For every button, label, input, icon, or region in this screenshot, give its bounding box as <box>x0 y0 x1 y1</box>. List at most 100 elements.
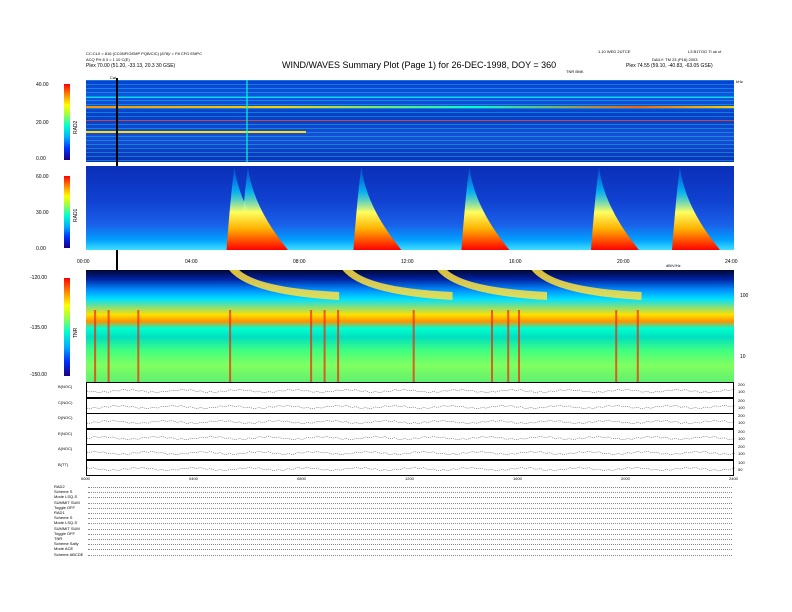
header-right-1: 1.10 WED 2UTCE <box>598 49 631 54</box>
line-panel-trace <box>86 419 736 425</box>
header-right-1b: L3 B1TOO TI uk ct <box>688 49 722 54</box>
line-panel-label: E(NOC) <box>58 430 73 436</box>
time-axis-bottom-label: 2400 <box>729 476 738 481</box>
info-dotted-row <box>88 518 732 520</box>
rad1-tick-mid: 30.00 <box>36 210 49 216</box>
tnr-spike <box>323 310 326 382</box>
rad2-tick-top: 40.00 <box>36 82 49 88</box>
line-panel-right-tick: 200 <box>738 413 745 418</box>
rad1-colorbar <box>64 176 70 248</box>
time-axis-bottom-label: 0800 <box>297 476 306 481</box>
line-panel-label: B(NOC) <box>58 384 73 389</box>
tnr-spike <box>229 310 232 382</box>
line-panel-right-tick: 100 <box>738 404 745 410</box>
rad2-label: RAD2 <box>73 120 79 134</box>
info-line: Scheme ABCDE <box>54 551 84 557</box>
info-dotted-row <box>88 513 732 514</box>
tnr-bnk-label: TNR BNK <box>566 69 584 74</box>
tnr-spike <box>94 310 97 382</box>
time-axis-bottom-label: 2000 <box>621 476 630 481</box>
info-dotted-row <box>88 487 732 488</box>
info-dotted-row <box>88 544 732 546</box>
line-panel-trace <box>86 404 736 409</box>
tnr-tick-top: -120.00 <box>30 275 47 281</box>
tnr-right-tick-100: 100 <box>740 293 749 299</box>
tnr-spike <box>412 310 415 382</box>
info-dotted-row <box>88 523 732 525</box>
tnr-spectrogram <box>86 270 734 382</box>
tnr-burst <box>531 270 642 300</box>
info-dotted-row <box>88 549 732 551</box>
time-axis-label: 24:00 <box>725 259 738 265</box>
rad1-label: RAD1 <box>73 208 79 222</box>
rad2-tick-bottom: 0.00 <box>36 156 46 162</box>
line-panel <box>86 428 736 445</box>
tnr-spike <box>491 310 493 382</box>
line-panel-right-tick: 100 <box>738 451 745 456</box>
rad1-burst <box>591 166 639 250</box>
tnr-spike <box>518 310 520 382</box>
line-panel-right-tick: 200 <box>738 397 745 403</box>
info-dotted-row <box>88 492 732 494</box>
line-panel-right-tick: 50 <box>738 466 743 472</box>
tnr-burst <box>437 270 547 300</box>
tnr-tick-bottom: -150.00 <box>30 372 47 378</box>
time-axis-bottom-label: 1200 <box>405 476 414 481</box>
rad2-tick-mid: 20.00 <box>36 120 49 126</box>
line-panel <box>86 459 736 476</box>
tnr-tick-mid: -135.00 <box>30 325 47 331</box>
header-right-3: Plex 74.55 (59.10, -40.83, -63.05 GSE) <box>626 63 713 69</box>
rad1-spectrogram <box>86 166 734 250</box>
time-axis-label: 16:00 <box>509 259 522 265</box>
time-axis-label: 04:00 <box>185 259 198 265</box>
info-dotted-row <box>88 533 732 535</box>
info-dotted-row <box>88 539 732 540</box>
rad1-tick-bottom: 0.00 <box>36 246 46 252</box>
tnr-spike <box>636 310 639 382</box>
line-panel-right-tick: 200 <box>738 428 745 434</box>
line-panel-label: B(TT) <box>58 461 69 467</box>
tnr-label: TNR <box>73 327 79 338</box>
line-panel-right-tick: 100 <box>738 459 745 465</box>
rad1-tick-top: 60.00 <box>36 174 49 180</box>
tnr-spike <box>337 310 340 382</box>
plot-title: WIND/WAVES Summary Plot (Page 1) for 26-… <box>282 60 557 70</box>
tnr-right-label: dB/V/Hz <box>666 263 681 268</box>
line-panel-right-tick: 100 <box>738 420 745 425</box>
time-axis-label: 00:00 <box>77 259 90 265</box>
tnr-colorbar <box>64 278 70 376</box>
tnr-spike <box>137 310 140 382</box>
rad1-burst <box>353 166 402 250</box>
rad1-burst <box>461 166 510 250</box>
info-dotted-row <box>88 502 732 504</box>
info-dotted-row <box>88 507 732 509</box>
rad2-unit: kHz <box>736 79 743 84</box>
line-panel-right-tick: 200 <box>738 382 745 387</box>
time-axis-label: 08:00 <box>293 259 306 265</box>
line-panel-label: D(NOC) <box>58 415 73 420</box>
tnr-burst <box>229 270 340 300</box>
line-panel-trace <box>86 466 736 471</box>
rad1-burst <box>240 166 288 250</box>
tnr-spike <box>310 310 313 382</box>
line-panel-label: A(NOC) <box>58 446 73 451</box>
line-panel <box>86 397 736 414</box>
tnr-spike <box>107 310 110 382</box>
rad2-spectrogram <box>86 80 734 162</box>
info-dotted-row <box>88 528 732 530</box>
rad1-burst <box>672 166 720 250</box>
line-panel-right-tick: 200 <box>738 444 745 449</box>
line-panel <box>86 382 736 398</box>
tnr-burst <box>342 270 453 300</box>
line-panel <box>86 413 736 429</box>
info-dotted-row <box>88 497 732 499</box>
info-dotted-row <box>88 554 732 556</box>
line-panel-right-tick: 100 <box>738 435 745 441</box>
line-panel-trace <box>86 388 736 394</box>
tnr-bursts <box>94 270 642 382</box>
time-axis-bottom-label: 1600 <box>513 476 522 481</box>
line-panel <box>86 444 736 460</box>
tnr-right-tick-10: 10 <box>740 354 746 360</box>
time-axis-label: 12:00 <box>401 259 414 265</box>
tnr-spike <box>615 310 618 382</box>
